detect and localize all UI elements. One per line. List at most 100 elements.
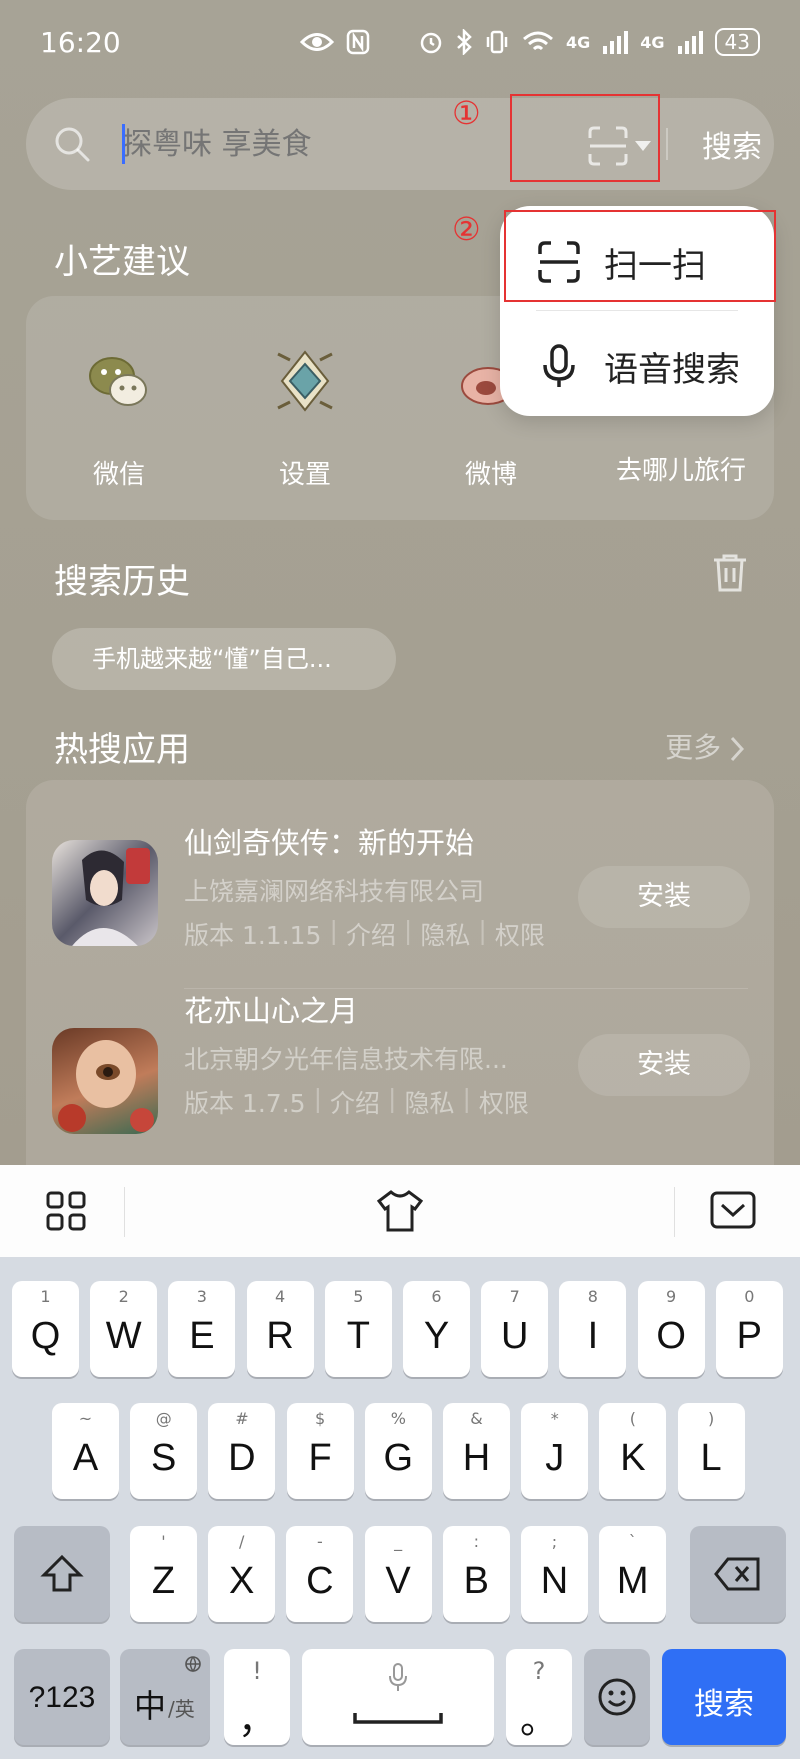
annotation-marker-1: ① xyxy=(452,94,481,132)
collapse-keyboard-icon[interactable] xyxy=(710,1191,756,1231)
app-name: 仙剑奇侠传：新的开始 xyxy=(184,826,475,860)
key-hint: : xyxy=(473,1532,479,1551)
app-permissions-link[interactable]: 权限 xyxy=(479,1084,529,1120)
status-bar: 16:20 4G 4G 43 xyxy=(40,22,760,62)
language-switch-key[interactable]: 中 /英 xyxy=(120,1649,210,1745)
annotation-box-scan-button xyxy=(510,94,660,182)
key-i[interactable]: 8I xyxy=(559,1281,627,1377)
network-label-1: 4G xyxy=(566,32,591,52)
search-button[interactable]: 搜索 xyxy=(702,122,762,166)
key-label: X xyxy=(229,1560,255,1602)
key-label: S xyxy=(151,1437,177,1479)
hot-apps-title: 热搜应用 xyxy=(54,730,190,770)
suggestion-app-wechat[interactable]: 微信 xyxy=(34,346,204,491)
key-label: B xyxy=(463,1560,489,1602)
key-label: O xyxy=(656,1315,686,1357)
trash-icon[interactable] xyxy=(710,552,750,594)
app-privacy-link[interactable]: 隐私 xyxy=(404,1084,454,1120)
microphone-icon xyxy=(543,344,575,387)
key-hint: _ xyxy=(394,1532,403,1551)
key-z[interactable]: ' Z xyxy=(130,1526,197,1622)
key-o[interactable]: 9O xyxy=(637,1281,705,1377)
more-link[interactable]: 更多 xyxy=(665,726,745,766)
emoji-key[interactable] xyxy=(584,1649,650,1745)
key-label: G xyxy=(383,1437,414,1479)
key-hint: ; xyxy=(551,1532,558,1551)
backspace-key[interactable] xyxy=(690,1526,786,1622)
menu-divider xyxy=(536,310,738,311)
space-key[interactable] xyxy=(302,1649,494,1745)
key-b[interactable]: :B xyxy=(442,1526,510,1622)
search-enter-key[interactable]: 搜索 xyxy=(662,1649,786,1745)
vibrate-icon xyxy=(486,30,508,54)
app-intro-link[interactable]: 介绍 xyxy=(330,1084,380,1120)
app-row[interactable]: 花亦山心之月 北京朝夕光年信息技术有限... 版本 1.7.5 | 介绍 | 隐私 |… xyxy=(26,968,774,1148)
key-a[interactable]: ~ A xyxy=(52,1403,119,1499)
backspace-icon xyxy=(714,1557,760,1591)
alarm-icon xyxy=(420,32,442,54)
status-time: 16:20 xyxy=(40,25,121,59)
history-chip[interactable]: 手机越来越“懂”自己... xyxy=(52,628,396,690)
key-l[interactable]: ) L xyxy=(677,1403,745,1499)
microphone-icon xyxy=(389,1663,407,1691)
bluetooth-icon xyxy=(457,29,472,55)
key-hint: 6 xyxy=(431,1287,442,1306)
key-e[interactable]: 3E xyxy=(168,1281,236,1377)
suggestion-app-settings[interactable]: 设置 xyxy=(220,346,390,491)
numbers-key[interactable]: ?123 xyxy=(14,1649,110,1745)
status-icons: 4G 4G 43 xyxy=(300,28,760,56)
key-g[interactable]: % G xyxy=(364,1403,432,1499)
key-n[interactable]: ; N xyxy=(521,1526,588,1622)
key-u[interactable]: 7U xyxy=(481,1281,549,1377)
key-hint: 7 xyxy=(509,1287,520,1306)
key-hint: 2 xyxy=(118,1287,129,1306)
shift-key[interactable] xyxy=(14,1526,110,1622)
keyboard-skin-icon[interactable] xyxy=(377,1189,423,1233)
key-hint: @ xyxy=(155,1409,172,1428)
install-button[interactable]: 安装 xyxy=(578,1034,750,1096)
language-sub-label: /英 xyxy=(168,1697,195,1721)
key-d[interactable]: # D xyxy=(208,1403,276,1499)
key-t[interactable]: 5T xyxy=(324,1281,392,1377)
key-m[interactable]: ` M xyxy=(599,1526,667,1622)
battery-indicator: 43 xyxy=(714,28,760,56)
app-company: 上饶嘉澜网络科技有限公司 xyxy=(184,877,485,906)
key-label: L xyxy=(700,1437,722,1479)
key-r[interactable]: 4R xyxy=(246,1281,314,1377)
key-label: Q xyxy=(30,1315,61,1357)
comma-key[interactable]: ! ， xyxy=(224,1649,290,1745)
app-intro-link[interactable]: 介绍 xyxy=(346,916,396,952)
text-caret xyxy=(122,124,125,164)
key-v[interactable]: _ V xyxy=(364,1526,432,1622)
grid-menu-icon[interactable] xyxy=(46,1191,86,1231)
toolbar-divider xyxy=(124,1187,125,1237)
period-key-hint: ? xyxy=(532,1657,546,1685)
key-w[interactable]: 2W xyxy=(90,1281,158,1377)
key-x[interactable]: / X xyxy=(208,1526,276,1622)
key-f[interactable]: $ F xyxy=(286,1403,354,1499)
eye-icon xyxy=(300,33,335,51)
key-p[interactable]: 0P xyxy=(715,1281,783,1377)
key-hint: ) xyxy=(707,1409,715,1428)
key-h[interactable]: & H xyxy=(443,1403,510,1499)
keyboard: 1Q2W3E4R5T6Y7U8I9O0P ~ A @ S # D $ F% G & H * J(K) L … xyxy=(0,1257,800,1759)
key-q[interactable]: 1Q xyxy=(12,1281,79,1377)
key-s[interactable]: @ S xyxy=(130,1403,198,1499)
install-button[interactable]: 安装 xyxy=(578,866,750,928)
app-meta: 版本 1.1.15 | 介绍 | 隐私 | 权限 xyxy=(184,916,545,952)
period-key[interactable]: ? 。 xyxy=(506,1649,572,1745)
app-permissions-link[interactable]: 权限 xyxy=(495,916,545,952)
search-input[interactable] xyxy=(122,120,482,168)
key-hint: 8 xyxy=(587,1287,598,1306)
key-j[interactable]: * J xyxy=(521,1403,589,1499)
key-hint: 0 xyxy=(744,1287,755,1306)
app-row[interactable]: 仙剑奇侠传：新的开始 上饶嘉澜网络科技有限公司 版本 1.1.15 | 介绍 | 隐… xyxy=(26,780,774,960)
key-y[interactable]: 6Y xyxy=(403,1281,470,1377)
search-icon xyxy=(55,127,90,162)
key-label: H xyxy=(462,1437,491,1479)
key-c[interactable]: -C xyxy=(286,1526,354,1622)
menu-item-voice-search[interactable]: 语音搜索 xyxy=(500,316,774,416)
app-privacy-link[interactable]: 隐私 xyxy=(420,916,470,952)
key-k[interactable]: (K xyxy=(599,1403,667,1499)
key-label: J xyxy=(545,1437,565,1479)
